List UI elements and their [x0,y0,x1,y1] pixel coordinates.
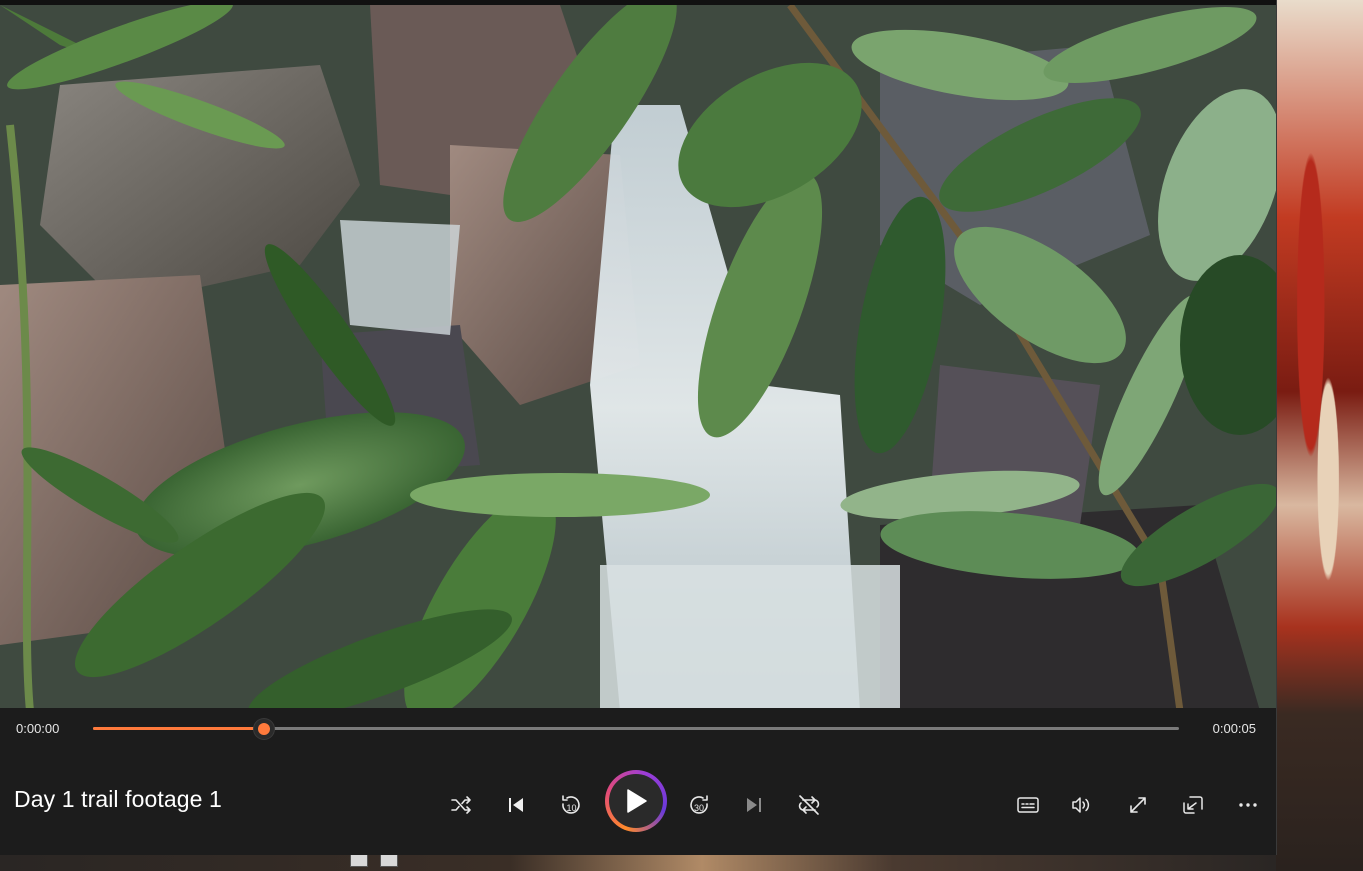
fullscreen-button[interactable] [1120,788,1156,822]
volume-icon [1072,797,1090,813]
shuffle-icon [451,796,471,814]
transport-controls: 0:00:00 0:00:05 Day 1 trail footage 1 10… [0,708,1276,855]
seek-bar[interactable] [93,719,1179,739]
play-button[interactable] [605,770,667,832]
captions-button[interactable] [1010,788,1046,822]
captions-icon [1017,797,1039,813]
more-options-button[interactable] [1230,788,1266,822]
skip-next-icon [747,798,761,812]
forward-seconds-label: 30 [694,803,704,813]
forward-30-button[interactable]: 30 [681,788,717,822]
play-button-face [609,774,663,828]
rewind-10-button[interactable]: 10 [553,788,589,822]
next-button[interactable] [736,788,772,822]
rewind-icon: 10 [562,795,580,814]
miniplayer-icon [1183,796,1203,814]
skip-previous-icon [509,798,523,812]
previous-button[interactable] [498,788,534,822]
video-image [0,5,1276,711]
repeat-icon [798,795,820,815]
window-thumbnail-icon[interactable] [380,853,398,867]
volume-button[interactable] [1063,788,1099,822]
media-player-window: 0:00:00 0:00:05 Day 1 trail footage 1 10… [0,0,1277,855]
video-frame[interactable] [0,5,1276,711]
fullscreen-icon [1130,797,1146,813]
shuffle-button[interactable] [443,788,479,822]
elapsed-time: 0:00:00 [16,721,60,736]
play-icon [627,789,647,813]
seek-bar-fill [93,727,264,730]
rewind-seconds-label: 10 [566,803,576,813]
total-duration: 0:00:05 [1212,721,1256,736]
more-options-icon [1239,803,1257,807]
window-thumbnail-icon[interactable] [350,853,368,867]
seek-bar-thumb[interactable] [253,719,274,739]
repeat-button[interactable] [791,788,827,822]
fast-forward-icon: 30 [690,795,708,814]
desktop-wallpaper [1276,0,1363,871]
video-title: Day 1 trail footage 1 [14,786,222,812]
miniplayer-button[interactable] [1175,788,1211,822]
